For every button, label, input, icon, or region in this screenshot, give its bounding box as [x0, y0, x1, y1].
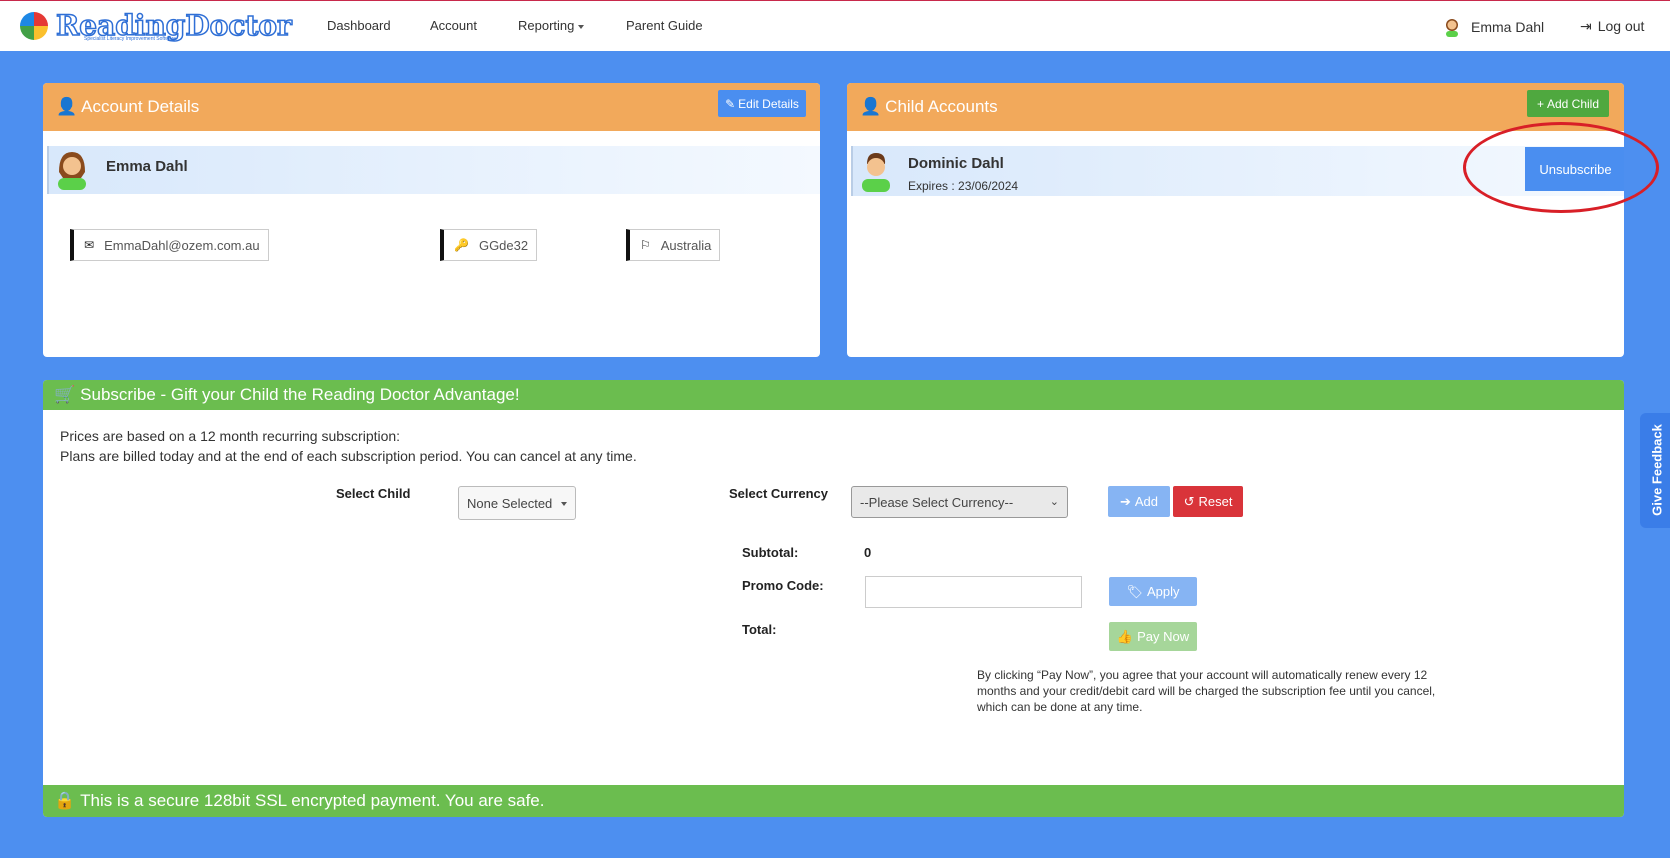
password-field: 🔑 GGde32 — [440, 229, 538, 261]
promo-code-label: Promo Code: — [742, 578, 824, 593]
key-icon: 🔑 — [454, 238, 469, 252]
give-feedback-tab[interactable]: Give Feedback — [1640, 413, 1670, 528]
child-accounts-panel: 👤 Child Accounts + Add Child Dominic Dahl… — [847, 83, 1624, 357]
nav-dashboard[interactable]: Dashboard — [327, 18, 391, 33]
account-holder-name: Emma Dahl — [106, 158, 188, 175]
subscribe-title: Subscribe - Gift your Child the Reading … — [80, 385, 520, 404]
pay-now-label: Pay Now — [1137, 629, 1190, 644]
subscribe-panel: 🛒 Subscribe - Gift your Child the Readin… — [43, 380, 1624, 817]
select-currency-value: --Please Select Currency-- — [860, 494, 1014, 510]
thumbs-up-icon: 👍 — [1116, 628, 1134, 644]
chevron-down-icon: ⌄ — [1049, 496, 1059, 508]
country-field: ⚐ Australia — [626, 229, 721, 261]
reset-button[interactable]: ↺ Reset — [1173, 486, 1243, 517]
billing-note: Plans are billed today and at the end of… — [60, 448, 637, 464]
tag-icon: 🏷 — [1126, 583, 1143, 599]
male-avatar-icon — [862, 153, 890, 192]
total-label: Total: — [742, 622, 777, 637]
subscribe-header: 🛒 Subscribe - Gift your Child the Readin… — [43, 380, 1624, 410]
cart-icon: 🛒 — [54, 385, 76, 404]
arrow-right-icon: ➔ — [1119, 493, 1131, 509]
add-button[interactable]: ➔ Add — [1108, 486, 1170, 517]
edit-details-button[interactable]: ✎ Edit Details — [718, 90, 806, 117]
subtotal-label: Subtotal: — [742, 545, 799, 560]
disclaimer-line-1: By clicking “Pay Now”, you agree that yo… — [977, 668, 1428, 682]
logout-icon: ⇥ — [1580, 18, 1592, 34]
disclaimer-line-3: which can be done at any time. — [977, 700, 1143, 714]
select-currency-label: Select Currency — [729, 486, 828, 501]
edit-details-label: Edit Details — [738, 96, 799, 111]
email-field: ✉ EmmaDahl@ozem.com.au — [70, 229, 269, 261]
nav-reporting[interactable]: Reporting — [518, 18, 585, 33]
add-child-button[interactable]: + Add Child — [1527, 90, 1609, 117]
select-currency-dropdown[interactable]: --Please Select Currency-- ⌄ — [851, 486, 1068, 518]
account-details-title: Account Details — [81, 97, 200, 116]
highlight-circle — [1463, 122, 1659, 213]
reading-doctor-logo[interactable]: ReadingDoctor Specialist Literacy Improv… — [20, 9, 292, 43]
child-accounts-title: Child Accounts — [885, 97, 998, 116]
caret-down-icon — [561, 502, 567, 506]
female-avatar-icon — [58, 152, 86, 190]
user-icon: 👤 — [860, 97, 882, 116]
select-child-value: None Selected — [467, 495, 553, 511]
promo-code-input[interactable] — [865, 576, 1082, 608]
logo-ball-icon — [20, 12, 48, 40]
caret-down-icon — [578, 24, 585, 29]
secure-payment-banner: 🔒 This is a secure 128bit SSL encrypted … — [43, 785, 1624, 817]
email-value: EmmaDahl@ozem.com.au — [104, 237, 260, 253]
pay-now-button[interactable]: 👍 Pay Now — [1109, 622, 1197, 651]
add-label: Add — [1134, 494, 1159, 509]
child-name: Dominic Dahl — [908, 155, 1004, 172]
child-accounts-header: 👤 Child Accounts + Add Child — [847, 83, 1624, 131]
user-menu[interactable]: Emma Dahl — [1442, 17, 1544, 37]
nav-account[interactable]: Account — [430, 18, 477, 33]
account-details-header: 👤 Account Details ✎ Edit Details — [43, 83, 820, 131]
disclaimer-line-2: months and your credit/debit card will b… — [977, 684, 1436, 698]
select-child-label: Select Child — [336, 486, 411, 501]
child-expiry: Expires : 23/06/2024 — [908, 179, 1019, 193]
flag-icon: ⚐ — [640, 238, 651, 252]
password-value: GGde32 — [478, 237, 529, 253]
logout-link[interactable]: ⇥ Log out — [1580, 18, 1644, 35]
add-child-label: Add Child — [1546, 96, 1600, 111]
pricing-note: Prices are based on a 12 month recurring… — [60, 428, 401, 444]
reset-label: Reset — [1198, 494, 1233, 509]
subtotal-value: 0 — [864, 545, 872, 560]
apply-button[interactable]: 🏷 Apply — [1109, 577, 1197, 606]
user-name: Emma Dahl — [1471, 19, 1545, 35]
apply-label: Apply — [1146, 584, 1180, 599]
country-value: Australia — [660, 237, 712, 253]
lock-icon: 🔒 — [54, 791, 76, 810]
pencil-icon: ✎ — [725, 96, 736, 111]
account-holder-row: Emma Dahl — [47, 146, 820, 194]
nav-parent-guide[interactable]: Parent Guide — [626, 18, 703, 33]
envelope-icon: ✉ — [84, 238, 95, 252]
secure-text: This is a secure 128bit SSL encrypted pa… — [80, 791, 545, 810]
add-user-icon: + — [1536, 96, 1544, 111]
undo-icon: ↺ — [1183, 493, 1195, 509]
account-details-panel: 👤 Account Details ✎ Edit Details Emma Dah… — [43, 83, 820, 357]
give-feedback-label: Give Feedback — [1649, 424, 1665, 516]
nav-reporting-label: Reporting — [518, 18, 575, 33]
logout-label: Log out — [1597, 18, 1645, 34]
top-navbar: ReadingDoctor Specialist Literacy Improv… — [0, 0, 1670, 51]
user-icon: 👤 — [56, 97, 78, 116]
user-avatar-icon — [1446, 19, 1458, 37]
select-child-dropdown[interactable]: None Selected — [458, 486, 576, 520]
logo-tagline: Specialist Literacy Improvement Software — [84, 36, 176, 42]
